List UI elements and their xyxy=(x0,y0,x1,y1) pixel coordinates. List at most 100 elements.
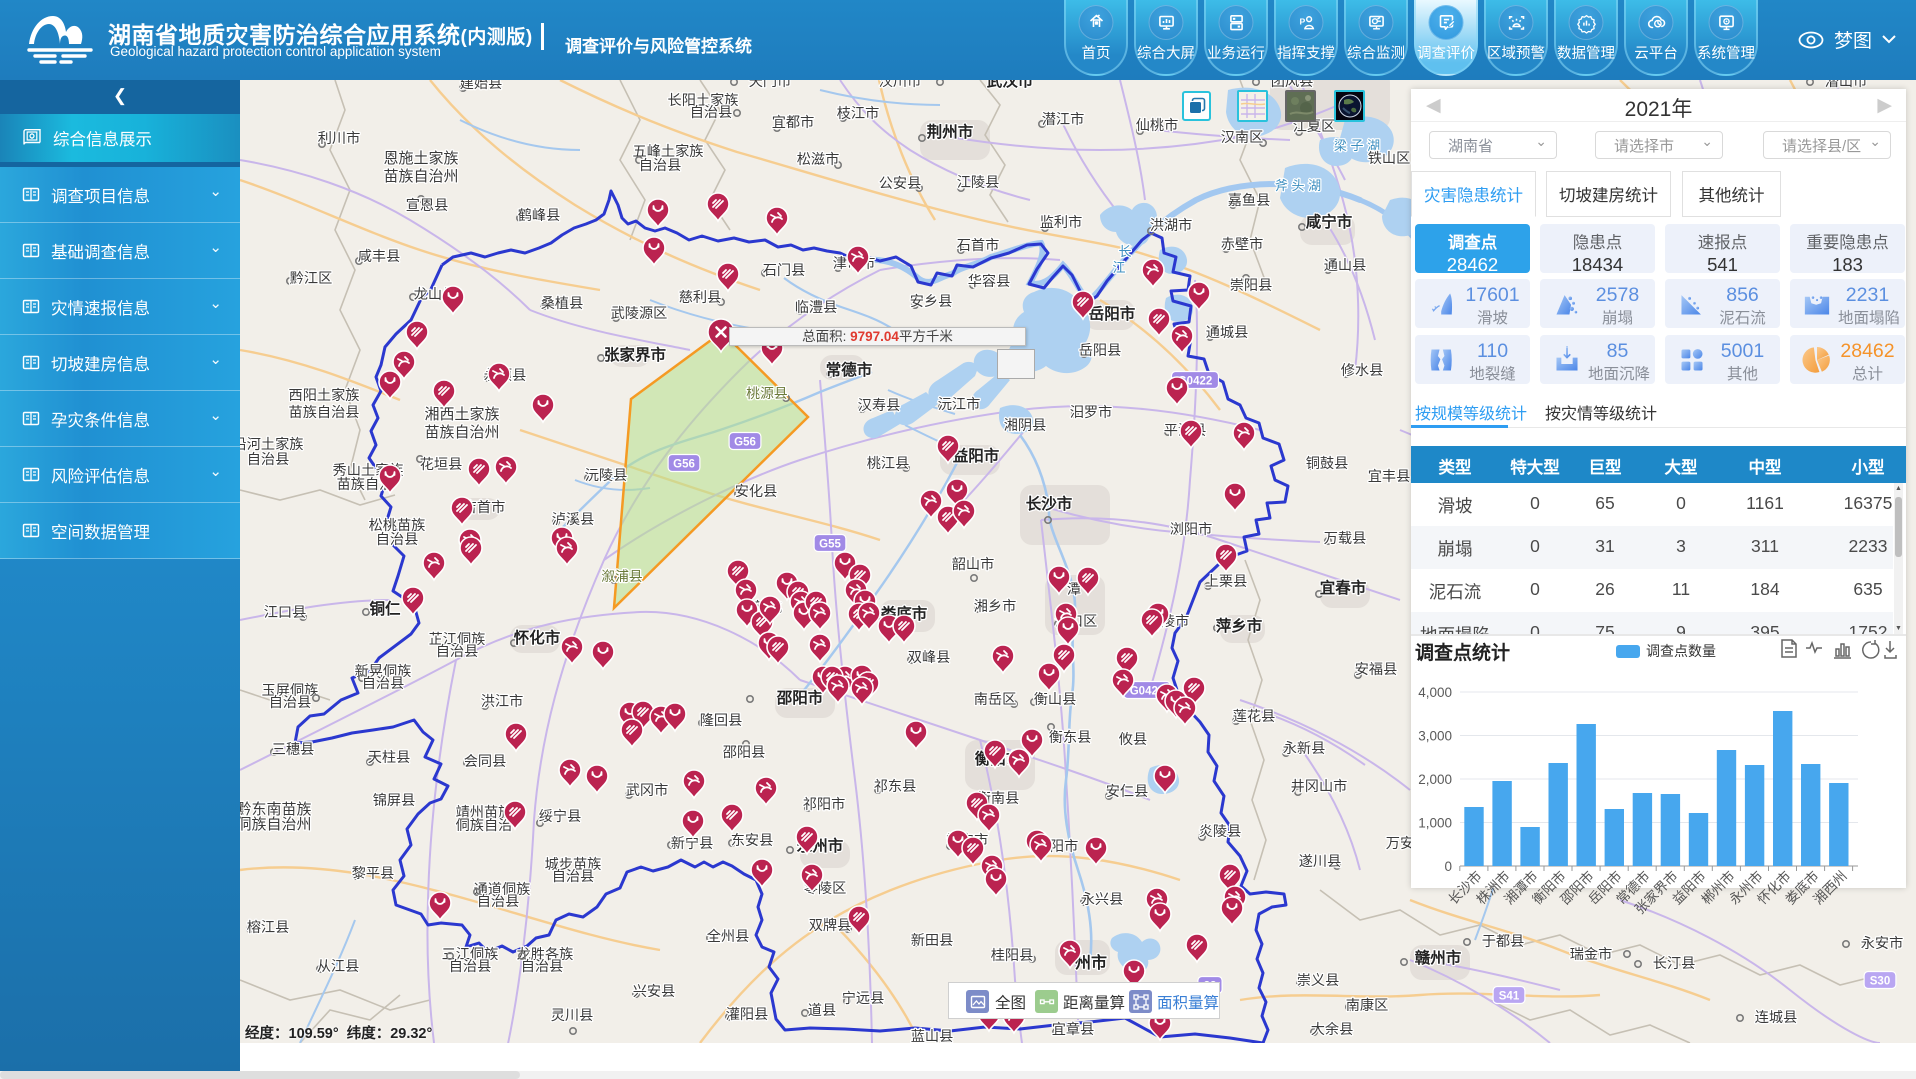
svg-text:岳阳县: 岳阳县 xyxy=(1079,343,1122,359)
svg-text:P: P xyxy=(1299,16,1305,26)
svg-text:G55: G55 xyxy=(819,539,841,551)
svg-text:东安县: 东安县 xyxy=(731,833,774,849)
svg-text:沅江市: 沅江市 xyxy=(938,396,981,413)
svg-text:永新县: 永新县 xyxy=(1283,741,1326,757)
svg-text:新田县: 新田县 xyxy=(911,933,954,949)
svg-text:武陵源区: 武陵源区 xyxy=(611,306,668,322)
svg-text:万安: 万安 xyxy=(1386,836,1414,852)
svg-text:邵阳县: 邵阳县 xyxy=(723,745,766,761)
svg-text:祁东县: 祁东县 xyxy=(874,779,917,795)
svg-text:S30: S30 xyxy=(1870,976,1890,988)
svg-text:G56: G56 xyxy=(734,437,756,449)
svg-text:自治县: 自治县 xyxy=(449,959,492,975)
svg-text:恩施土家族: 恩施土家族 xyxy=(383,150,458,167)
svg-text:永兴县: 永兴县 xyxy=(1081,892,1124,908)
svg-text:松滋市: 松滋市 xyxy=(797,151,840,168)
svg-text:兴安县: 兴安县 xyxy=(633,984,676,1000)
svg-text:瑞金市: 瑞金市 xyxy=(1570,946,1613,963)
svg-text:灵川县: 灵川县 xyxy=(551,1008,594,1024)
svg-text:利川市: 利川市 xyxy=(318,130,361,147)
svg-text:怀化市: 怀化市 xyxy=(514,628,561,647)
svg-text:锦屏县: 锦屏县 xyxy=(373,792,416,809)
svg-text:安福县: 安福县 xyxy=(1355,662,1398,678)
svg-text:安化县: 安化县 xyxy=(735,484,778,500)
svg-text:沅陵县: 沅陵县 xyxy=(585,468,628,484)
svg-text:赣州市: 赣州市 xyxy=(1415,948,1462,967)
svg-text:石首市: 石首市 xyxy=(957,237,1000,254)
svg-text:S41: S41 xyxy=(1499,991,1520,1003)
svg-text:石门县: 石门县 xyxy=(763,263,806,279)
svg-text:苗族自治县: 苗族自治县 xyxy=(289,405,360,421)
svg-text:井冈山市: 井冈山市 xyxy=(1291,778,1348,795)
svg-text:武冈市: 武冈市 xyxy=(626,782,669,799)
svg-text:榕江县: 榕江县 xyxy=(247,920,290,936)
svg-text:桂阳县: 桂阳县 xyxy=(991,948,1034,964)
svg-text:莲花县: 莲花县 xyxy=(1233,709,1276,725)
svg-text:嘉鱼县: 嘉鱼县 xyxy=(1228,192,1271,209)
svg-text:通城县: 通城县 xyxy=(1206,325,1249,341)
svg-text:修水县: 修水县 xyxy=(1341,363,1384,379)
svg-text:桃江县: 桃江县 xyxy=(867,456,910,472)
svg-text:汨罗市: 汨罗市 xyxy=(1070,404,1113,421)
svg-text:道县: 道县 xyxy=(808,1003,836,1019)
svg-text:祁阳市: 祁阳市 xyxy=(803,796,846,813)
svg-text:慈利县: 慈利县 xyxy=(679,290,722,306)
svg-text:花垣县: 花垣县 xyxy=(420,457,463,473)
svg-text:西阳土家族: 西阳土家族 xyxy=(289,387,360,404)
svg-text:华容县: 华容县 xyxy=(968,273,1011,290)
svg-text:万载县: 万载县 xyxy=(1324,531,1367,547)
svg-text:自治县: 自治县 xyxy=(362,676,405,692)
svg-text:湘乡市: 湘乡市 xyxy=(974,598,1017,615)
svg-text:汉南区: 汉南区 xyxy=(1221,130,1264,146)
svg-text:长: 长 xyxy=(1118,244,1131,259)
svg-text:苗族自治州: 苗族自治州 xyxy=(383,168,458,185)
svg-text:咸宁市: 咸宁市 xyxy=(1306,212,1353,231)
svg-text:自治县: 自治县 xyxy=(247,452,290,468)
svg-text:崇义县: 崇义县 xyxy=(1297,973,1340,989)
svg-text:自治县: 自治县 xyxy=(376,532,419,548)
svg-text:咸丰县: 咸丰县 xyxy=(358,249,401,265)
svg-text:斧 头 湖: 斧 头 湖 xyxy=(1275,178,1321,193)
svg-text:沿河土家族: 沿河土家族 xyxy=(233,436,304,453)
svg-text:铜仁: 铜仁 xyxy=(369,599,401,618)
svg-text:洪湖市: 洪湖市 xyxy=(1150,217,1193,234)
svg-text:自治县: 自治县 xyxy=(690,105,733,121)
svg-text:鹤峰县: 鹤峰县 xyxy=(518,208,561,224)
svg-text:临澧县: 临澧县 xyxy=(795,300,838,316)
svg-text:上栗县: 上栗县 xyxy=(1205,574,1248,590)
svg-text:炎陵县: 炎陵县 xyxy=(1199,824,1242,840)
svg-text:通山县: 通山县 xyxy=(1324,258,1367,274)
svg-text:潜江市: 潜江市 xyxy=(1042,111,1085,128)
svg-text:湘阴县: 湘阴县 xyxy=(1004,418,1047,434)
svg-text:宣恩县: 宣恩县 xyxy=(406,198,449,214)
svg-text:遂川县: 遂川县 xyxy=(1299,854,1342,870)
svg-text:衡山县: 衡山县 xyxy=(1034,692,1077,708)
svg-text:萍乡市: 萍乡市 xyxy=(1216,616,1263,635)
svg-text:自治县: 自治县 xyxy=(436,644,479,660)
svg-text:衡东县: 衡东县 xyxy=(1049,730,1092,746)
svg-text:灌阳县: 灌阳县 xyxy=(726,1007,769,1023)
svg-text:公安县: 公安县 xyxy=(879,176,922,192)
svg-text:双峰县: 双峰县 xyxy=(908,650,951,666)
svg-text:永安市: 永安市 xyxy=(1861,935,1904,952)
svg-text:泸溪县: 泸溪县 xyxy=(552,512,595,528)
svg-text:于都县: 于都县 xyxy=(1482,934,1525,950)
svg-text:岳阳市: 岳阳市 xyxy=(1089,304,1136,323)
svg-text:苗族自治州: 苗族自治州 xyxy=(424,424,499,441)
svg-text:黎平县: 黎平县 xyxy=(352,866,395,882)
svg-text:绥宁县: 绥宁县 xyxy=(539,808,582,825)
svg-text:自治县: 自治县 xyxy=(521,959,564,975)
svg-text:南岳区: 南岳区 xyxy=(974,692,1017,708)
svg-text:邵阳市: 邵阳市 xyxy=(776,688,824,707)
svg-text:天柱县: 天柱县 xyxy=(368,750,411,766)
svg-text:宜都市: 宜都市 xyxy=(772,114,815,131)
svg-text:仙桃市: 仙桃市 xyxy=(1136,117,1179,134)
svg-text:自治县: 自治县 xyxy=(639,158,682,174)
svg-text:全州县: 全州县 xyxy=(707,928,750,945)
svg-text:三穗县: 三穗县 xyxy=(272,742,315,758)
svg-text:枝江市: 枝江市 xyxy=(837,105,880,122)
svg-text:洪江市: 洪江市 xyxy=(481,693,524,710)
svg-text:安乡县: 安乡县 xyxy=(910,294,953,310)
svg-text:宁远县: 宁远县 xyxy=(842,990,885,1007)
svg-text:双牌县: 双牌县 xyxy=(809,917,852,934)
